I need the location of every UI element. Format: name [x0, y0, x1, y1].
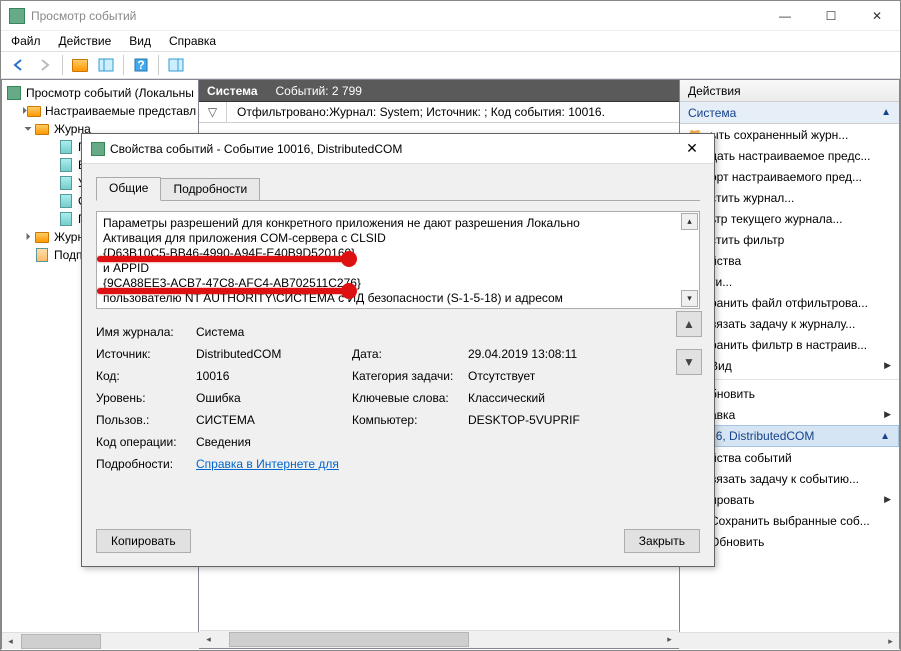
events-header: Система Событий: 2 799 — [199, 80, 679, 102]
filter-bar: ▽ Отфильтровано:Журнал: System; Источник… — [199, 102, 679, 123]
label-computer: Компьютер: — [352, 413, 462, 427]
close-dialog-button[interactable]: Закрыть — [624, 529, 700, 553]
toolbar-panes-icon[interactable] — [94, 53, 118, 77]
minimize-button[interactable]: — — [762, 1, 808, 30]
desc-scroll-down[interactable]: ▾ — [681, 290, 698, 307]
menu-view[interactable]: Вид — [129, 34, 151, 48]
mid-scroll-right[interactable]: ▸ — [661, 631, 678, 648]
next-event-button[interactable]: ▼ — [676, 349, 702, 375]
mid-scroll-left[interactable]: ◂ — [200, 631, 217, 648]
copy-button[interactable]: Копировать — [96, 529, 191, 553]
filter-text: Отфильтровано:Журнал: System; Источник: … — [227, 105, 605, 119]
dialog-title: Свойства событий - Событие 10016, Distri… — [110, 142, 670, 156]
forward-button[interactable] — [33, 53, 57, 77]
value-level: Ошибка — [196, 391, 346, 405]
desc-line-1: Параметры разрешений для конкретного при… — [103, 216, 681, 231]
value-event-id: 10016 — [196, 369, 346, 383]
value-user: СИСТЕМА — [196, 413, 346, 427]
label-details: Подробности: — [96, 457, 190, 471]
actions-section-system[interactable]: Система▲ — [680, 102, 899, 124]
label-user: Пользов.: — [96, 413, 190, 427]
dialog-close-button[interactable]: ✕ — [670, 134, 714, 163]
mid-scroll-thumb[interactable] — [229, 632, 469, 647]
app-icon — [9, 8, 25, 24]
event-description-box[interactable]: Параметры разрешений для конкретного при… — [96, 211, 700, 309]
maximize-button[interactable]: ☐ — [808, 1, 854, 30]
label-date: Дата: — [352, 347, 462, 361]
back-button[interactable] — [7, 53, 31, 77]
label-opcode: Код операции: — [96, 435, 190, 449]
desc-line-4: и APPID — [103, 261, 681, 276]
value-computer: DESKTOP-5VUPRIF — [468, 413, 700, 427]
close-button[interactable]: ✕ — [854, 1, 900, 30]
label-source: Источник: — [96, 347, 190, 361]
toolbar-help-icon[interactable]: ? — [129, 53, 153, 77]
value-category: Отсутствует — [468, 369, 700, 383]
actions-title: Действия — [680, 80, 899, 102]
tab-general[interactable]: Общие — [96, 177, 161, 201]
tree-root[interactable]: Просмотр событий (Локальны — [4, 84, 196, 102]
prev-event-button[interactable]: ▲ — [676, 311, 702, 337]
toolbar-panes2-icon[interactable] — [164, 53, 188, 77]
window-title: Просмотр событий — [31, 9, 762, 23]
svg-text:?: ? — [137, 58, 144, 72]
menubar: Файл Действие Вид Справка — [1, 31, 900, 51]
help-link[interactable]: Справка в Интернете для — [196, 457, 700, 471]
label-log-name: Имя журнала: — [96, 325, 190, 339]
titlebar: Просмотр событий — ☐ ✕ — [1, 1, 900, 31]
dialog-icon — [90, 142, 106, 156]
event-properties-dialog: Свойства событий - Событие 10016, Distri… — [81, 133, 715, 567]
annotation-redbar-2 — [97, 288, 349, 294]
tree-scroll-left[interactable]: ◂ — [2, 633, 19, 650]
menu-help[interactable]: Справка — [169, 34, 216, 48]
desc-line-2: Активация для приложения COM-сервера с C… — [103, 231, 681, 246]
menu-file[interactable]: Файл — [11, 34, 41, 48]
value-source: DistributedCOM — [196, 347, 346, 361]
toolbar-openfolder-icon[interactable] — [68, 53, 92, 77]
label-category: Категория задачи: — [352, 369, 462, 383]
funnel-icon: ▽ — [199, 102, 227, 122]
toolbar: ? — [1, 51, 900, 79]
tab-details[interactable]: Подробности — [160, 178, 260, 200]
value-keywords: Классический — [468, 391, 700, 405]
tree-scroll-thumb[interactable] — [21, 634, 101, 649]
annotation-redbar-1 — [97, 256, 349, 262]
tree-custom-views[interactable]: ⏵Настраиваемые представле — [4, 102, 196, 120]
label-event-id: Код: — [96, 369, 190, 383]
label-level: Уровень: — [96, 391, 190, 405]
desc-scroll-up[interactable]: ▴ — [681, 213, 698, 230]
value-log-name: Система — [196, 325, 700, 339]
value-opcode: Сведения — [196, 435, 700, 449]
value-date: 29.04.2019 13:08:11 — [468, 347, 700, 361]
menu-action[interactable]: Действие — [59, 34, 112, 48]
label-keywords: Ключевые слова: — [352, 391, 462, 405]
